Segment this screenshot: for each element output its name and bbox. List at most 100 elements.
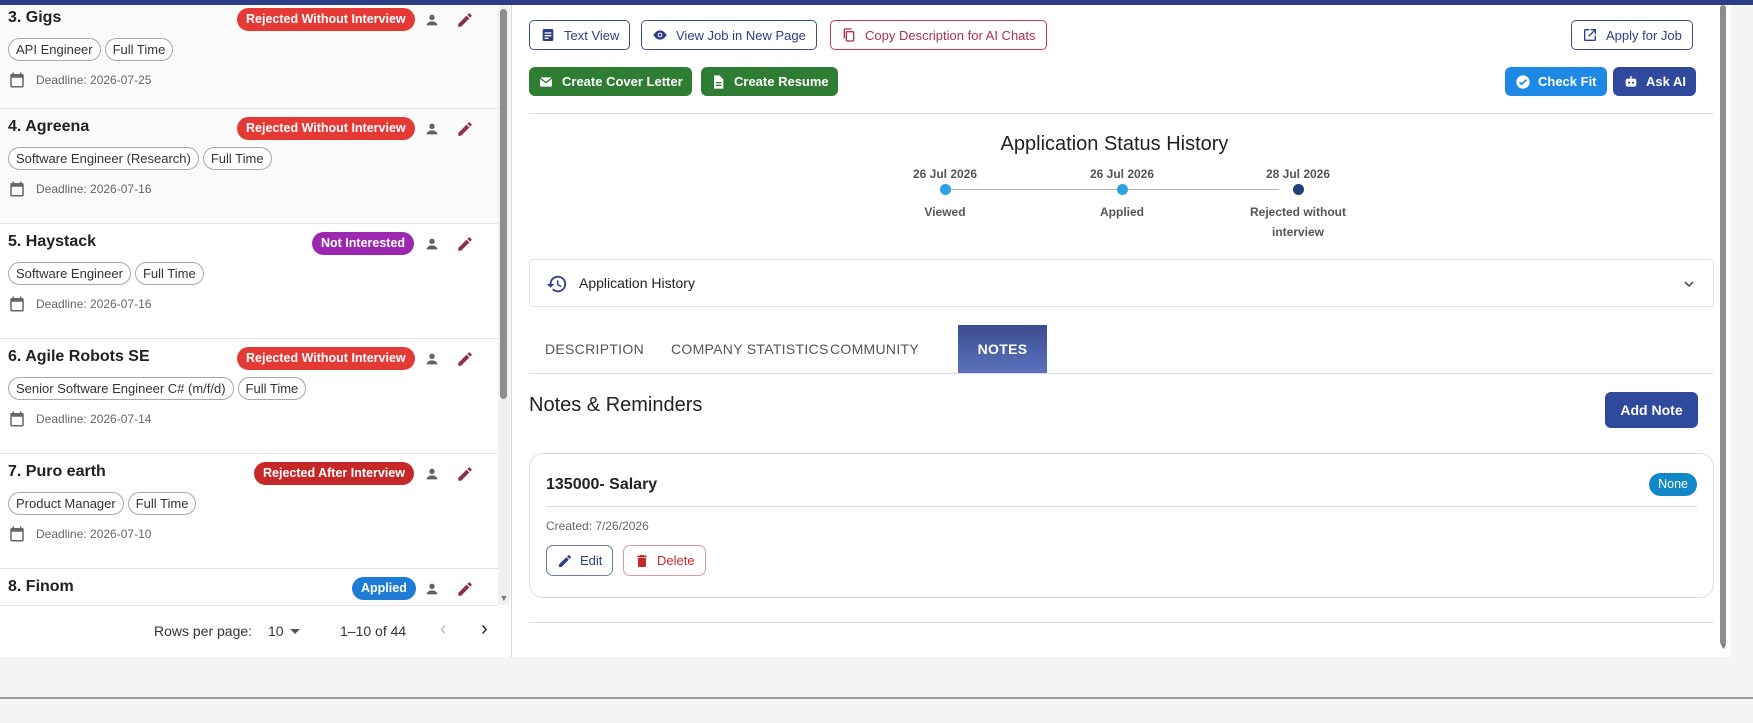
deadline: Deadline: 2026-07-25	[8, 71, 151, 89]
status-badge: Rejected Without Interview	[237, 117, 415, 140]
notes-title: Notes & Reminders	[529, 394, 703, 416]
open-external-icon	[1584, 29, 1596, 41]
detail-scrollbar[interactable]: ▼	[1717, 5, 1729, 657]
person-icon[interactable]	[424, 236, 440, 252]
copy-description-button[interactable]: Copy Description for AI Chats	[830, 20, 1047, 50]
calendar-icon	[10, 296, 24, 312]
tag-chip: Software Engineer (Research)	[8, 147, 199, 170]
deadline-text: Deadline: 2026-07-16	[36, 182, 152, 196]
job-tags: Senior Software Engineer C# (m/f/d) Full…	[8, 377, 307, 400]
deadline-text: Deadline: 2026-07-25	[36, 73, 152, 87]
deadline-text: Deadline: 2026-07-10	[36, 527, 152, 541]
timeline-date: 26 Jul 2026	[1089, 167, 1155, 181]
edit-pencil-icon[interactable]	[456, 120, 474, 138]
tag-chip: Senior Software Engineer C# (m/f/d)	[8, 377, 234, 400]
detail-tabs: DESCRIPTION COMPANY STATISTICS COMMUNITY…	[529, 325, 1714, 374]
job-list-item[interactable]: 5. Haystack Not Interested Software Engi…	[0, 224, 498, 339]
tab-community[interactable]: COMMUNITY	[814, 325, 935, 373]
timeline-label: Viewed	[924, 205, 966, 219]
job-tags: Product Manager Full Time	[8, 492, 197, 515]
create-cover-letter-button[interactable]: Create Cover Letter	[529, 67, 692, 96]
job-list-item[interactable]: 7. Puro earth Rejected After Interview P…	[0, 454, 498, 569]
status-badge: Rejected After Interview	[254, 462, 414, 485]
job-list-item[interactable]: 4. Agreena Rejected Without Interview So…	[0, 109, 498, 224]
ask-ai-label: Ask AI	[1646, 74, 1686, 89]
list-scrollbar-thumb[interactable]	[500, 9, 507, 399]
rows-per-page-select[interactable]: 10	[268, 623, 284, 639]
timeline-dot	[940, 184, 951, 195]
person-icon[interactable]	[424, 351, 440, 367]
tag-chip: Full Time	[134, 262, 204, 285]
job-tags: Software Engineer Full Time	[8, 262, 204, 285]
tab-description[interactable]: DESCRIPTION	[529, 325, 660, 373]
status-badge: Not Interested	[312, 232, 415, 255]
scroll-down-arrow-icon[interactable]: ▼	[1719, 641, 1728, 651]
job-tags: Software Engineer (Research) Full Time	[8, 147, 272, 170]
edit-note-button[interactable]: Edit	[546, 545, 614, 576]
timeline-dot	[1293, 184, 1304, 195]
edit-pencil-icon[interactable]	[456, 235, 474, 253]
view-job-new-page-button[interactable]: View Job in New Page	[641, 20, 817, 50]
deadline-text: Deadline: 2026-07-14	[36, 412, 152, 426]
dropdown-caret-icon[interactable]	[290, 629, 300, 634]
bottom-strip	[0, 697, 1753, 723]
timeline-date: 26 Jul 2026	[912, 167, 978, 181]
app-frame: 3. Gigs Rejected Without Interview API E…	[0, 5, 1731, 657]
add-note-button[interactable]: Add Note	[1605, 392, 1698, 428]
calendar-icon	[10, 411, 24, 427]
trash-icon	[637, 554, 647, 567]
application-history-accordion[interactable]: Application History	[529, 259, 1714, 307]
timeline-dot	[1117, 184, 1128, 195]
delete-label: Delete	[657, 553, 695, 568]
job-list-item[interactable]: 3. Gigs Rejected Without Interview API E…	[0, 5, 498, 109]
edit-pencil-icon[interactable]	[456, 580, 474, 598]
timeline-date: 28 Jul 2026	[1265, 167, 1331, 181]
edit-pencil-icon[interactable]	[456, 350, 474, 368]
edit-pencil-icon[interactable]	[456, 11, 474, 29]
robot-icon	[1625, 75, 1637, 87]
person-icon[interactable]	[424, 581, 440, 597]
scroll-down-arrow-icon[interactable]: ▼	[499, 593, 509, 603]
copy-icon	[843, 28, 855, 42]
status-badge: Rejected Without Interview	[237, 347, 415, 370]
create-resume-button[interactable]: Create Resume	[701, 67, 838, 96]
person-icon[interactable]	[424, 12, 440, 28]
note-badge: None	[1649, 473, 1697, 496]
delete-note-button[interactable]: Delete	[623, 545, 706, 576]
check-fit-button[interactable]: Check Fit	[1505, 67, 1607, 96]
calendar-icon	[10, 526, 24, 542]
person-icon[interactable]	[424, 466, 440, 482]
chevron-down-icon[interactable]	[1681, 276, 1697, 292]
note-card: 135000- Salary None Created: 7/26/2026 E…	[529, 453, 1714, 598]
pencil-icon	[559, 554, 572, 567]
text-view-label: Text View	[564, 27, 620, 43]
person-icon[interactable]	[424, 121, 440, 137]
job-list[interactable]: 3. Gigs Rejected Without Interview API E…	[0, 5, 498, 605]
edit-pencil-icon[interactable]	[456, 465, 474, 483]
create-cover-letter-label: Create Cover Letter	[562, 74, 683, 89]
job-title: 4. Agreena	[8, 118, 90, 135]
status-history-title: Application Status History	[1000, 133, 1229, 155]
detail-scrollbar-thumb[interactable]	[1720, 5, 1726, 645]
apply-for-job-button[interactable]: Apply for Job	[1571, 20, 1693, 50]
deadline: Deadline: 2026-07-16	[8, 180, 151, 198]
job-title: 7. Puro earth	[8, 463, 106, 480]
list-scrollbar[interactable]: ▼	[498, 5, 510, 605]
pagination: Rows per page: 10 1–10 of 44 ‹ ›	[0, 605, 498, 657]
divider	[529, 113, 1714, 114]
job-list-item[interactable]: 8. Finom Applied	[0, 569, 498, 605]
ask-ai-button[interactable]: Ask AI	[1613, 67, 1696, 96]
text-view-button[interactable]: Text View	[529, 20, 631, 50]
file-icon	[714, 74, 724, 89]
deadline: Deadline: 2026-07-16	[8, 295, 151, 313]
rows-per-page-label: Rows per page:	[154, 623, 253, 639]
deadline: Deadline: 2026-07-14	[8, 410, 151, 428]
next-page-icon[interactable]: ›	[481, 618, 488, 641]
tab-notes[interactable]: NOTES	[958, 325, 1047, 373]
job-list-item[interactable]: 6. Agile Robots SE Rejected Without Inte…	[0, 339, 498, 454]
deadline-text: Deadline: 2026-07-16	[36, 297, 152, 311]
tag-chip: Software Engineer	[8, 262, 131, 285]
calendar-icon	[10, 181, 24, 197]
prev-page-icon[interactable]: ‹	[440, 618, 447, 641]
note-title: 135000- Salary	[546, 476, 658, 493]
